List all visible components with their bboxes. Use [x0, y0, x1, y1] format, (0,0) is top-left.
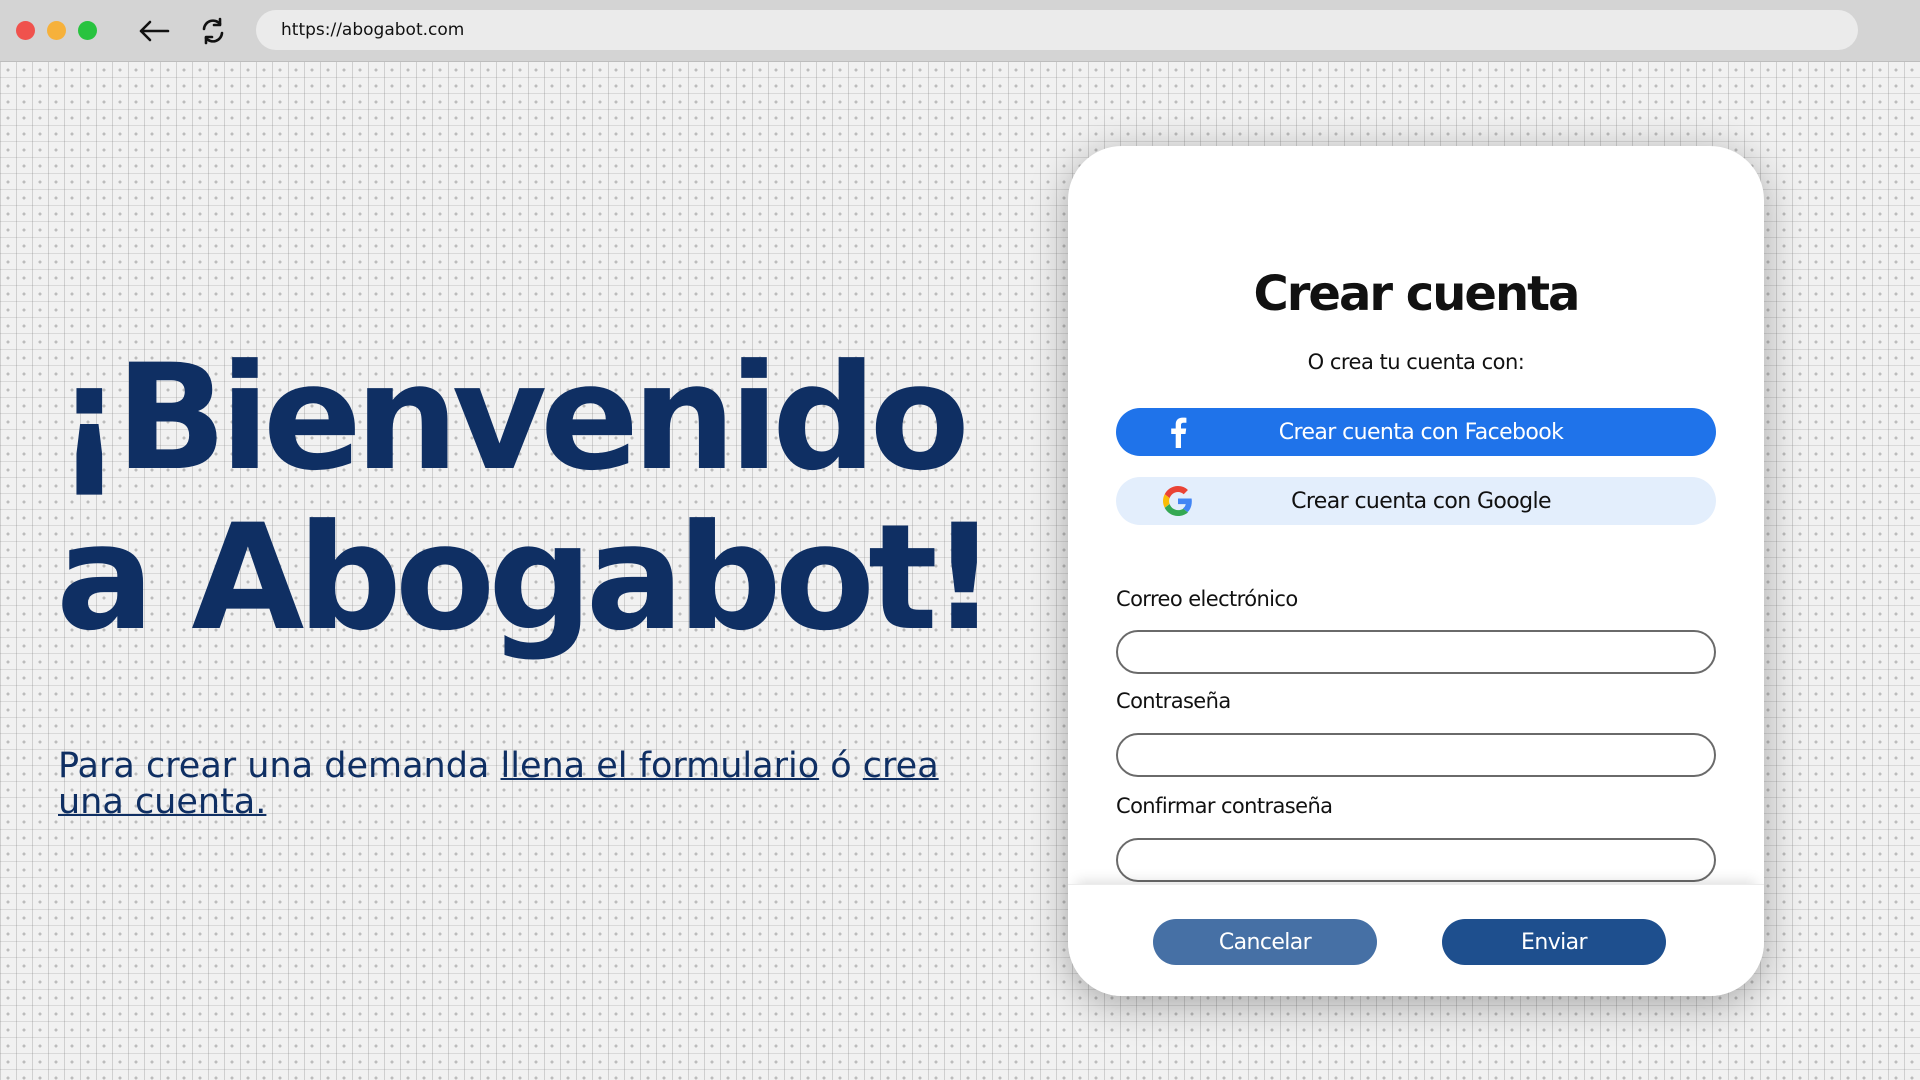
card-title: Crear cuenta: [1253, 266, 1581, 322]
facebook-signup-label: Crear cuenta con Facebook: [1278, 419, 1564, 445]
fill-form-link[interactable]: llena el formulario: [501, 746, 820, 786]
password-label: Contraseña: [1116, 689, 1231, 713]
address-bar-url: https://abogabot.com: [281, 20, 465, 40]
card-footer: Cancelar Enviar: [1068, 884, 1764, 996]
window-close-button[interactable]: [16, 21, 35, 40]
facebook-signup-button[interactable]: Crear cuenta con Facebook: [1116, 408, 1716, 456]
welcome-heading: ¡Bienvenido a Abogabot!: [56, 333, 997, 663]
email-field[interactable]: [1116, 630, 1716, 674]
browser-toolbar: https://abogabot.com: [0, 0, 1920, 62]
google-signup-label: Crear cuenta con Google: [1291, 488, 1551, 514]
reload-button[interactable]: [193, 12, 233, 50]
welcome-text: Para crear una demanda llena el formular…: [58, 748, 978, 820]
address-bar[interactable]: https://abogabot.com: [256, 10, 1858, 50]
email-label: Correo electrónico: [1116, 587, 1298, 611]
confirm-password-label: Confirmar contraseña: [1116, 794, 1333, 818]
confirm-password-field[interactable]: [1116, 838, 1716, 882]
card-subtitle: O crea tu cuenta con:: [1307, 350, 1525, 374]
welcome-text-middle: ó: [819, 746, 863, 786]
welcome-text-prefix: Para crear una demanda: [58, 746, 501, 786]
signup-card: Crear cuenta O crea tu cuenta con: Crear…: [1068, 146, 1764, 996]
reload-icon: [202, 17, 224, 45]
page-background: ¡Bienvenido a Abogabot! Para crear una d…: [0, 62, 1920, 1080]
arrow-left-icon: [139, 20, 170, 42]
window-minimize-button[interactable]: [47, 21, 66, 40]
send-button[interactable]: Enviar: [1442, 919, 1666, 965]
cancel-button[interactable]: Cancelar: [1153, 919, 1377, 965]
password-field[interactable]: [1116, 733, 1716, 777]
back-button[interactable]: [134, 12, 174, 50]
google-signup-button[interactable]: Crear cuenta con Google: [1116, 477, 1716, 525]
window-maximize-button[interactable]: [78, 21, 97, 40]
